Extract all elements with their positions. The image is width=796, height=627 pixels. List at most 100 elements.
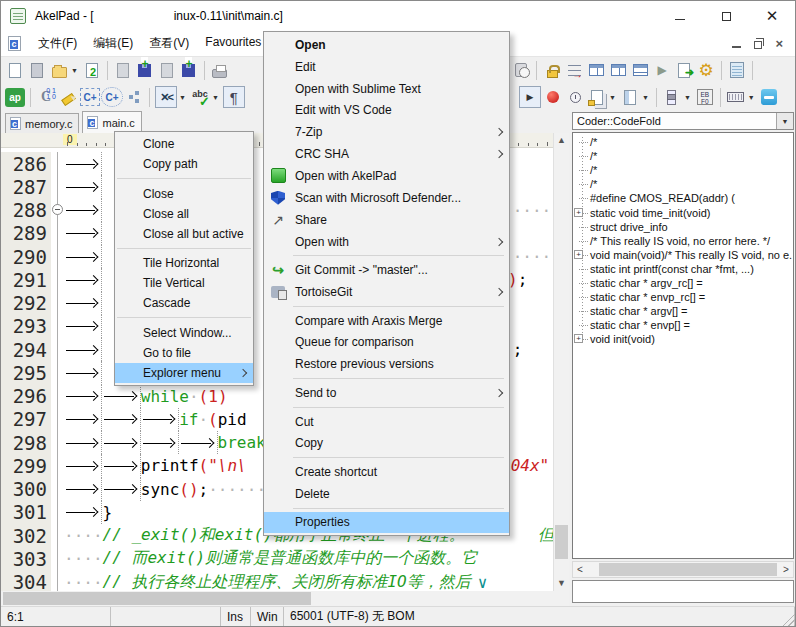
close-button[interactable]: ✕ (749, 1, 795, 31)
doc-plain-icon[interactable] (27, 60, 47, 80)
codefold-item[interactable]: static char * envp_rc[] = (573, 290, 793, 304)
codefold-item[interactable]: +void init(void) (573, 332, 793, 346)
clock-doc-icon[interactable] (565, 87, 585, 107)
dropdown-arrow-icon[interactable]: ▼ (609, 94, 616, 101)
menu-item-tile-horizontal[interactable]: Tile Horizontal (115, 253, 253, 273)
panel-hscrollbar[interactable]: < > (572, 561, 794, 578)
menu-item-create-shortcut[interactable]: Create shortcut (264, 461, 509, 483)
codefold-item[interactable]: /* (573, 163, 793, 177)
doc-dim-icon[interactable] (157, 60, 177, 80)
tile-h-icon[interactable] (630, 60, 650, 80)
menu-item-open[interactable]: Open (264, 34, 509, 56)
mdi-restore-icon[interactable] (754, 41, 762, 49)
menu-item-delete[interactable]: Delete (264, 483, 509, 505)
menu-item-close[interactable]: Close (115, 184, 253, 204)
codefold-item[interactable]: /* (573, 149, 793, 163)
gear-icon[interactable]: ⚙ (696, 60, 716, 80)
mdi-close-icon[interactable]: × (775, 39, 783, 49)
wrap-off-icon[interactable]: ✕< (155, 86, 177, 108)
spell-abc-icon[interactable]: abc✓ (190, 87, 210, 107)
play-box-icon[interactable]: ▶ (519, 86, 541, 108)
codefold-item[interactable]: struct drive_info (573, 220, 793, 234)
doc-go-icon[interactable]: ➜ (674, 60, 694, 80)
codefold-item[interactable]: +void main(void)/* This really IS void, … (573, 248, 793, 262)
panel-search-input[interactable] (572, 580, 794, 603)
codefold-item[interactable]: /* (573, 177, 793, 191)
lock-copy-icon[interactable] (587, 87, 607, 107)
lock-icon[interactable] (542, 60, 562, 80)
expand-icon[interactable]: + (574, 208, 583, 217)
fold-collapse-icon[interactable] (52, 204, 63, 215)
highlighter-icon[interactable] (58, 87, 78, 107)
menu-item-scan-with-microsoft-defender[interactable]: Scan with Microsoft Defender... (264, 187, 509, 209)
dropdown-arrow-icon[interactable]: ▼ (748, 94, 755, 101)
indent-icon[interactable] (564, 60, 584, 80)
codefold-item[interactable]: /* This really IS void, no error here. *… (573, 234, 793, 248)
menu-item-open-with-akelpad[interactable]: Open with AkelPad (264, 165, 509, 187)
editor-vscrollbar[interactable]: ▲ ▼ (553, 133, 569, 591)
menu-item-open-with[interactable]: Open with (264, 231, 509, 253)
expand-icon[interactable]: + (574, 334, 583, 343)
scroll-right-icon[interactable]: > (779, 564, 793, 575)
menu-item-select-window[interactable]: Select Window... (115, 323, 253, 343)
play-icon[interactable]: ▶ (652, 60, 672, 80)
editor-hscrollbar[interactable] (1, 591, 569, 606)
dropdown-arrow-icon[interactable]: ▼ (71, 67, 78, 74)
menu-f[interactable]: 文件(F) (30, 31, 85, 56)
menu-item-cascade[interactable]: Cascade (115, 293, 253, 313)
menu-item-edit[interactable]: Edit (264, 56, 509, 78)
ebfo-icon[interactable]: EBF0 (695, 87, 715, 107)
menu-item-copy-path[interactable]: Copy path (115, 154, 253, 174)
menu-v[interactable]: 查看(V) (141, 31, 197, 56)
codefold-item[interactable]: +static void time_init(void) (573, 205, 793, 219)
codefold-item[interactable]: static char * envp[] = (573, 318, 793, 332)
menu-e[interactable]: 编辑(E) (85, 31, 141, 56)
minimize-button[interactable] (657, 1, 703, 31)
menu-item-close-all-but-active[interactable]: Close all but active (115, 224, 253, 244)
combo-dropdown-icon[interactable]: ▼ (776, 113, 793, 129)
paste-clock-icon[interactable] (511, 60, 531, 80)
scroll-down-icon[interactable]: ▼ (554, 576, 569, 591)
hscroll-thumb[interactable] (3, 592, 311, 605)
save-plus-icon[interactable] (135, 60, 155, 80)
c-plus-icon[interactable]: C+ (80, 87, 100, 107)
c-circle-icon[interactable]: C+ (102, 87, 122, 107)
menu-item-go-to-file[interactable]: Go to file (115, 343, 253, 363)
akelpad-badge-icon[interactable]: ap (5, 87, 25, 107)
maximize-button[interactable] (703, 1, 749, 31)
menu-item-edit-with-vs-code[interactable]: Edit with VS Code (264, 100, 509, 122)
doc-dim-icon[interactable] (113, 60, 133, 80)
menu-item-7-zip[interactable]: 7-Zip (264, 121, 509, 143)
mdi-minimize-icon[interactable] (732, 46, 741, 48)
codefold-item[interactable]: static char * argv[] = (573, 304, 793, 318)
menu-item-copy[interactable]: Copy (264, 432, 509, 454)
dropdown-arrow-icon[interactable]: ▼ (212, 94, 219, 101)
menu-item-tortoisegit[interactable]: TortoiseGit (264, 281, 509, 303)
menu-item-queue-for-comparison[interactable]: Queue for comparison (264, 332, 509, 354)
refresh-doc-icon[interactable]: 2 (82, 60, 102, 80)
menu-item-open-with-sublime-text[interactable]: Open with Sublime Text (264, 78, 509, 100)
panel-hscroll-thumb[interactable] (599, 563, 777, 576)
doc-template-icon[interactable] (620, 87, 640, 107)
menu-item-properties[interactable]: Properties (264, 512, 509, 534)
open-folder-icon[interactable] (49, 60, 69, 80)
menu-item-clone[interactable]: Clone (115, 134, 253, 154)
menu-favourites[interactable]: Favourites (197, 31, 269, 56)
menu-item-cut[interactable]: Cut (264, 411, 509, 433)
codefold-item[interactable]: #define CMOS_READ(addr) ( (573, 191, 793, 205)
codefold-item[interactable]: static int printf(const char *fmt, ...) (573, 262, 793, 276)
menu-item-git-commit-master[interactable]: ↪Git Commit -> "master"... (264, 259, 509, 281)
vscroll-thumb[interactable] (555, 525, 568, 559)
keyboard-icon[interactable] (726, 87, 746, 107)
tree-nodes-icon[interactable] (124, 87, 144, 107)
dot-red-icon[interactable] (543, 87, 563, 107)
dropdown-arrow-icon[interactable]: ▼ (642, 94, 649, 101)
grid4-icon[interactable] (586, 60, 606, 80)
dropdown-arrow-icon[interactable]: ▼ (684, 94, 691, 101)
minus-blue-icon[interactable] (759, 87, 779, 107)
pilcrow-icon[interactable]: ¶ (223, 86, 245, 108)
tile-v-icon[interactable] (608, 60, 628, 80)
plugin-selector[interactable]: Coder::CodeFold ▼ (572, 112, 794, 130)
c01-icon[interactable]: C0 11 0 (36, 87, 56, 107)
menu-item-close-all[interactable]: Close all (115, 204, 253, 224)
